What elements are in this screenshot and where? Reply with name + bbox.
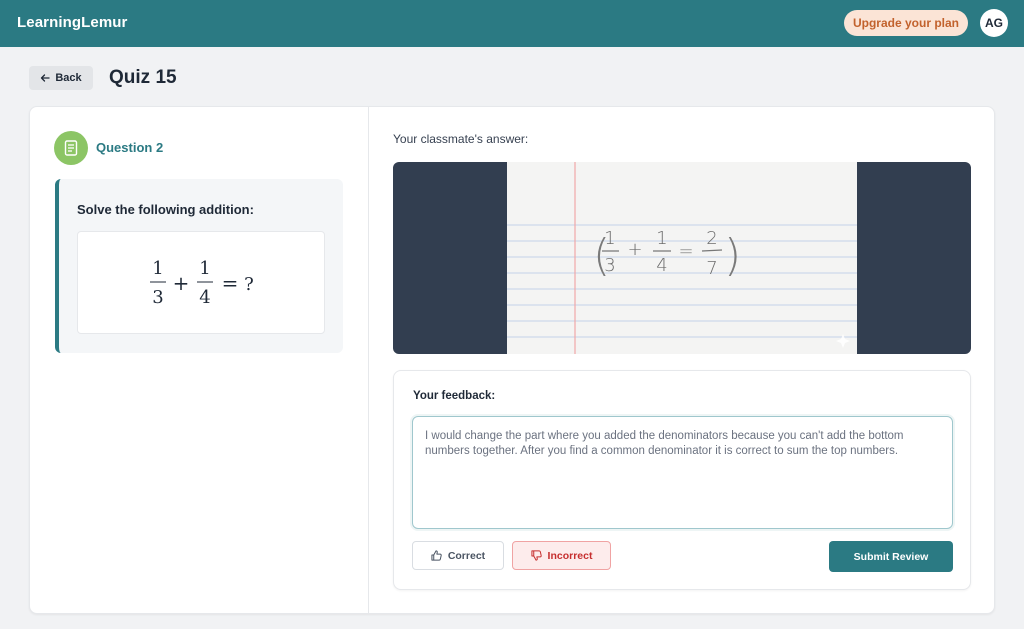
hw-result-denominator: 7 bbox=[706, 258, 717, 279]
arrow-left-icon bbox=[41, 74, 50, 82]
eq-term1-numerator: 1 bbox=[152, 258, 163, 279]
hw-operator: + bbox=[627, 239, 642, 260]
thumbs-up-icon bbox=[431, 550, 442, 561]
user-avatar[interactable]: AG bbox=[980, 9, 1008, 37]
quiz-card: Question 2 Solve the following addition:… bbox=[29, 106, 995, 614]
correct-label: Correct bbox=[447, 549, 486, 562]
pane-divider bbox=[368, 107, 369, 613]
back-label: Back bbox=[55, 72, 82, 84]
hw-term1-numerator: 1 bbox=[604, 228, 615, 249]
feedback-card: Your feedback: I would change the part w… bbox=[393, 370, 971, 590]
upgrade-plan-button[interactable]: Upgrade your plan bbox=[844, 10, 968, 36]
eq-operator: + bbox=[173, 271, 190, 295]
eq-term2-numerator: 1 bbox=[199, 258, 210, 279]
classmate-answer-image: ( 1 3 + 1 4 = 2 7 ) bbox=[393, 162, 971, 354]
thumbs-down-icon bbox=[530, 550, 542, 561]
hw-equals: = bbox=[678, 241, 693, 262]
incorrect-label: Incorrect bbox=[547, 549, 593, 562]
brand-logo[interactable]: LearningLemur bbox=[17, 14, 127, 31]
incorrect-button[interactable]: Incorrect bbox=[512, 541, 611, 570]
page-title: Quiz 15 bbox=[109, 67, 177, 88]
eq-result: ? bbox=[244, 274, 254, 295]
eq-term2-denominator: 4 bbox=[199, 287, 210, 308]
hw-term1-denominator: 3 bbox=[604, 255, 615, 276]
hw-term2-denominator: 4 bbox=[656, 255, 667, 276]
back-button[interactable]: Back bbox=[29, 66, 93, 90]
svg-text:): ) bbox=[724, 230, 741, 281]
answer-label: Your classmate's answer: bbox=[393, 132, 529, 146]
top-bar: LearningLemur Upgrade your plan AG bbox=[0, 0, 1024, 47]
document-icon bbox=[54, 131, 88, 165]
correct-button[interactable]: Correct bbox=[412, 541, 504, 570]
math-equation: 1 3 + 1 4 = ? bbox=[150, 258, 254, 308]
question-label: Question 2 bbox=[96, 140, 164, 155]
question-prompt: Solve the following addition: bbox=[77, 202, 254, 217]
equation-box: 1 3 + 1 4 = ? bbox=[77, 231, 325, 334]
handwritten-answer-photo: ( 1 3 + 1 4 = 2 7 ) bbox=[507, 162, 857, 354]
hw-result-numerator: 2 bbox=[706, 228, 717, 249]
feedback-label: Your feedback: bbox=[413, 390, 496, 402]
hw-term2-numerator: 1 bbox=[656, 228, 667, 249]
eq-term1-denominator: 3 bbox=[152, 287, 163, 308]
submit-review-button[interactable]: Submit Review bbox=[829, 541, 953, 572]
feedback-textarea[interactable]: I would change the part where you added … bbox=[412, 416, 953, 529]
eq-equals: = bbox=[222, 271, 239, 295]
